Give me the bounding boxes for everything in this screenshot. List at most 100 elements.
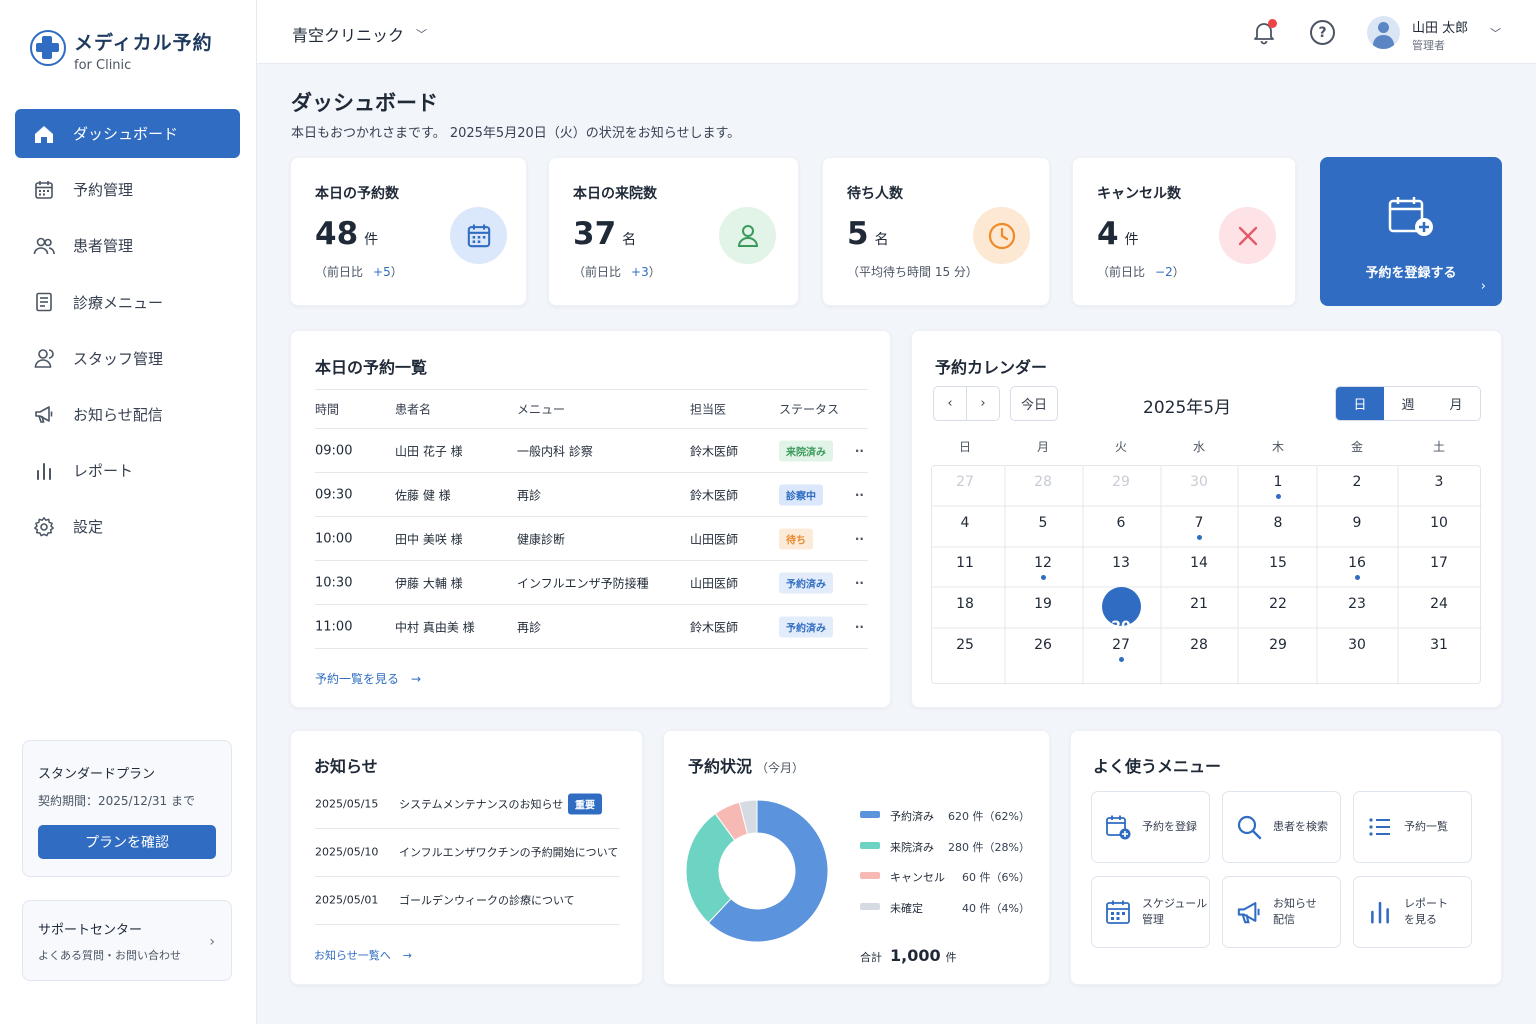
more-options-icon[interactable]: ·· [855, 576, 864, 590]
sidebar-item-calendar[interactable]: 予約管理 [15, 165, 240, 214]
more-options-icon[interactable]: ·· [855, 444, 864, 458]
calendar-day[interactable]: 29 [1101, 474, 1141, 490]
calendar-day[interactable]: 11 [945, 555, 985, 571]
calendar-day[interactable]: 17 [1419, 555, 1459, 571]
sidebar-item-label: ダッシュボード [73, 125, 179, 143]
stat-comparison-prefix: （前日比 [573, 265, 622, 279]
news-item[interactable]: 2025/05/01 ゴールデンウィークの診療について [315, 875, 620, 925]
calendar-day[interactable]: 5 [1023, 515, 1063, 531]
sidebar-item-staff[interactable]: スタッフ管理 [15, 334, 240, 383]
chevron-right-icon: › [1480, 279, 1486, 294]
calendar-day[interactable]: 19 [1023, 596, 1063, 612]
calendar-prev-button[interactable]: ‹ [933, 386, 967, 421]
calendar-day[interactable]: 8 [1258, 515, 1298, 531]
calendar-today-button[interactable]: 今日 [1010, 386, 1058, 421]
calendar-day[interactable]: 1 [1258, 474, 1298, 490]
calendar-day[interactable]: 15 [1258, 555, 1298, 571]
calendar-day[interactable]: 7 [1179, 515, 1219, 531]
support-center-card[interactable]: サポートセンター よくある質問・お問い合わせ › [22, 900, 232, 981]
calendar-day[interactable]: 31 [1419, 637, 1459, 653]
calendar-day[interactable]: 10 [1419, 515, 1459, 531]
calendar-day[interactable]: 28 [1179, 637, 1219, 653]
calendar-next-button[interactable]: › [966, 386, 1000, 421]
news-item[interactable]: 2025/05/15 システムメンテナンスのお知らせ 重要 [315, 779, 620, 829]
view-week-button[interactable]: 週 [1384, 387, 1432, 420]
quick-menu-bar-chart[interactable]: レポート を見る [1353, 876, 1472, 948]
more-options-icon[interactable]: ·· [855, 532, 864, 546]
plan-confirm-button[interactable]: プランを確認 [38, 825, 216, 859]
quick-menu-calendar-plus[interactable]: 予約を登録 [1091, 791, 1210, 863]
appointment-patient: 田中 美咲 様 [395, 532, 463, 546]
news-title: お知らせ [314, 757, 378, 776]
quick-menu-schedule[interactable]: スケジュール 管理 [1091, 876, 1210, 948]
register-appointment-card[interactable]: 予約を登録する › [1320, 157, 1502, 306]
calendar-day[interactable]: 25 [945, 637, 985, 653]
table-row[interactable]: 11:00 中村 真由美 様 再診 鈴木医師 予約済み ·· [315, 605, 868, 649]
stat-card: キャンセル数 4件 （前日比 −2） [1072, 157, 1296, 306]
quick-menu-search[interactable]: 患者を検索 [1222, 791, 1341, 863]
view-month-button[interactable]: 月 [1432, 387, 1480, 420]
calendar-day[interactable]: 29 [1258, 637, 1298, 653]
chevron-down-icon: ﹀ [416, 28, 428, 41]
calendar-day[interactable]: 24 [1419, 596, 1459, 612]
calendar-day[interactable]: 30 [1179, 474, 1219, 490]
table-row[interactable]: 10:30 伊藤 大輔 様 インフルエンザ予防接種 山田医師 予約済み ·· [315, 561, 868, 605]
calendar-day[interactable]: 4 [945, 515, 985, 531]
app-subtitle: for Clinic [74, 58, 132, 73]
legend-label: キャンセル [890, 871, 945, 884]
sidebar-item-gear[interactable]: 設定 [15, 502, 240, 551]
view-day-button[interactable]: 日 [1336, 387, 1384, 420]
calendar-day[interactable]: 12 [1023, 555, 1063, 571]
calendar-day[interactable]: 3 [1419, 474, 1459, 490]
view-all-appointments-link[interactable]: 予約一覧を見る → [315, 670, 421, 687]
calendar-day[interactable]: 14 [1179, 555, 1219, 571]
quick-menu-list[interactable]: 予約一覧 [1353, 791, 1472, 863]
calendar-day[interactable]: 21 [1179, 596, 1219, 612]
calendar-day[interactable]: 27 [945, 474, 985, 490]
calendar-day[interactable]: 22 [1258, 596, 1298, 612]
help-icon[interactable]: ? [1310, 20, 1335, 45]
appointment-menu: 再診 [517, 488, 542, 502]
more-options-icon[interactable]: ·· [855, 620, 864, 634]
status-badge: 予約済み [779, 572, 833, 593]
sidebar-nav: ダッシュボード予約管理患者管理診療メニュー スタッフ管理 お知らせ配信 レポート設定 [15, 109, 240, 559]
quick-menu-megaphone[interactable]: お知らせ 配信 [1222, 876, 1341, 948]
calendar-day[interactable]: 23 [1337, 596, 1377, 612]
table-row[interactable]: 09:30 佐藤 健 様 再診 鈴木医師 診察中 ·· [315, 473, 868, 517]
clinic-selector[interactable]: 青空クリニック ﹀ [292, 22, 427, 46]
sidebar-item-bar-chart[interactable]: レポート [15, 446, 240, 495]
legend-swatch [860, 841, 880, 849]
calendar-day[interactable]: 30 [1337, 637, 1377, 653]
stat-comparison: （前日比 −2） [1097, 263, 1185, 280]
avatar[interactable] [1367, 16, 1400, 49]
view-all-news-link[interactable]: お知らせ一覧へ → [314, 947, 412, 963]
news-item[interactable]: 2025/05/10 インフルエンザワクチンの予約開始について [315, 827, 620, 877]
calendar-day[interactable]: 26 [1023, 637, 1063, 653]
sidebar-item-megaphone[interactable]: お知らせ配信 [15, 390, 240, 439]
stat-label: キャンセル数 [1097, 186, 1181, 202]
calendar-day[interactable]: 28 [1023, 474, 1063, 490]
table-row[interactable]: 09:00 山田 花子 様 一般内科 診察 鈴木医師 来院済み ·· [315, 429, 868, 473]
calendar-day[interactable]: 13 [1101, 555, 1141, 571]
user-menu-chevron-icon[interactable]: ﹀ [1490, 25, 1501, 41]
more-options-icon[interactable]: ·· [855, 488, 864, 502]
user-name[interactable]: 山田 太郎 [1412, 17, 1468, 36]
calendar-day[interactable]: 18 [945, 596, 985, 612]
status-chart-title-text: 予約状況 [688, 757, 753, 776]
calendar-day[interactable]: 16 [1337, 555, 1377, 571]
stat-card: 待ち人数 5名 （平均待ち時間 15 分） [822, 157, 1050, 306]
sidebar-item-document[interactable]: 診療メニュー [15, 278, 240, 327]
legend-label: 未確定 [890, 901, 923, 915]
calendar-day[interactable]: 20 [1101, 619, 1141, 635]
calendar-day[interactable]: 2 [1337, 474, 1377, 490]
notification-bell-icon[interactable] [1251, 19, 1277, 45]
calendar-day[interactable]: 9 [1337, 515, 1377, 531]
calendar-day[interactable]: 6 [1101, 515, 1141, 531]
appointment-time: 10:30 [315, 575, 353, 590]
notification-dot [1268, 19, 1277, 28]
calendar-day[interactable]: 27 [1101, 637, 1141, 653]
table-row[interactable]: 10:00 田中 美咲 様 健康診断 山田医師 待ち ·· [315, 517, 868, 561]
app-logo[interactable]: メディカル予約 for Clinic [30, 28, 213, 73]
sidebar-item-home[interactable]: ダッシュボード [15, 109, 240, 158]
sidebar-item-users[interactable]: 患者管理 [15, 221, 240, 270]
